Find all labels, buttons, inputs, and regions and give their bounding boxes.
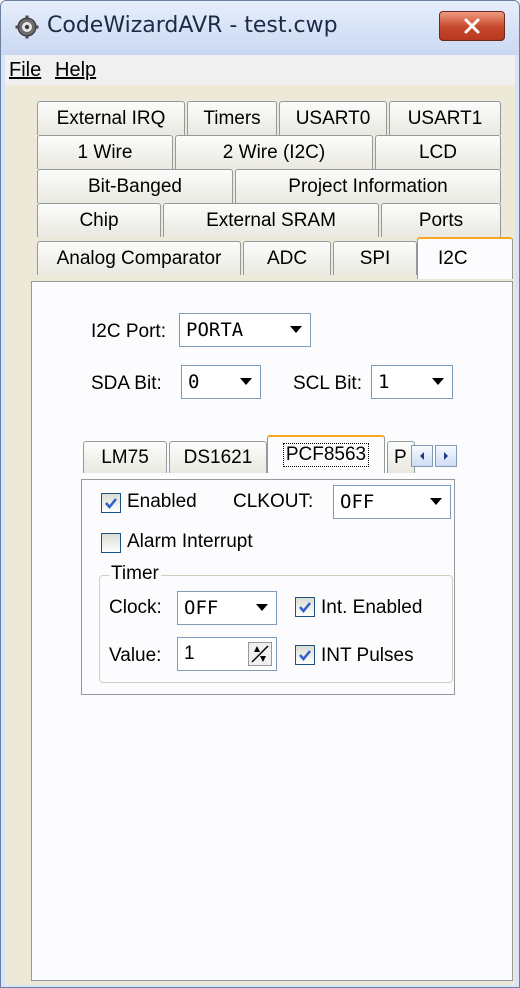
menu-help-label: Help xyxy=(55,59,97,81)
tab-1-wire[interactable]: 1 Wire xyxy=(37,135,173,169)
sda-bit-value: 0 xyxy=(188,371,200,393)
arrow-left-icon xyxy=(420,452,424,460)
window-title: CodeWizardAVR - test.cwp xyxy=(47,13,338,38)
tab-chip[interactable]: Chip xyxy=(37,203,161,237)
app-gear-icon xyxy=(15,15,39,39)
tab-label: External IRQ xyxy=(56,107,166,129)
tab-label: I2C xyxy=(438,248,468,269)
tab-2-wire-i2c[interactable]: 2 Wire (I2C) xyxy=(175,135,373,169)
tab-label: USART0 xyxy=(295,107,371,129)
tab-project-information[interactable]: Project Information xyxy=(235,169,501,203)
alarm-interrupt-checkbox[interactable] xyxy=(101,533,121,553)
subtab-pcf8563[interactable]: PCF8563 xyxy=(267,435,385,473)
value-label: Value: xyxy=(109,645,162,666)
clkout-value: OFF xyxy=(340,491,375,513)
tab-lcd[interactable]: LCD xyxy=(375,135,501,169)
clock-value: OFF xyxy=(184,597,219,619)
subtab-label: PCF8563 xyxy=(282,443,370,467)
subtab-label: P xyxy=(394,446,407,468)
int-pulses-checkbox[interactable] xyxy=(295,645,315,665)
tab-label: ADC xyxy=(266,247,308,269)
alarm-interrupt-label: Alarm Interrupt xyxy=(127,531,253,552)
tab-label: Ports xyxy=(418,209,464,231)
chevron-down-icon xyxy=(240,378,252,385)
tab-label: Bit-Banged xyxy=(87,175,182,197)
int-enabled-checkbox[interactable] xyxy=(295,597,315,617)
tab-external-irq[interactable]: External IRQ xyxy=(37,101,185,135)
tab-label: Timers xyxy=(203,107,261,129)
tab-label: USART1 xyxy=(407,107,483,129)
menu-bar: File Help xyxy=(5,55,515,85)
sda-bit-select[interactable]: 0 xyxy=(181,365,261,399)
tab-label: 1 Wire xyxy=(77,141,133,163)
clkout-label: CLKOUT: xyxy=(233,491,314,512)
close-button[interactable] xyxy=(439,11,505,41)
sda-bit-label: SDA Bit: xyxy=(91,373,162,394)
tab-external-sram[interactable]: External SRAM xyxy=(163,203,379,237)
tab-label: Chip xyxy=(79,209,119,231)
tab-analog-comparator[interactable]: Analog Comparator xyxy=(37,241,241,275)
tab-label: 2 Wire (I2C) xyxy=(222,141,326,163)
subtab-ds1621[interactable]: DS1621 xyxy=(169,441,267,473)
chevron-down-icon xyxy=(430,498,442,505)
tab-adc[interactable]: ADC xyxy=(243,241,331,275)
subtab-label: LM75 xyxy=(101,446,149,468)
i2c-port-value: PORTA xyxy=(186,319,244,341)
clkout-select[interactable]: OFF xyxy=(333,485,451,519)
tab-usart1[interactable]: USART1 xyxy=(389,101,501,135)
menu-file-label: File xyxy=(9,59,42,81)
chevron-down-icon xyxy=(290,326,302,333)
arrow-right-icon xyxy=(444,452,448,460)
close-icon xyxy=(464,18,480,34)
tab-bit-banged[interactable]: Bit-Banged xyxy=(37,169,233,203)
check-icon xyxy=(299,602,311,613)
tab-label: External SRAM xyxy=(206,209,336,231)
chevron-down-icon xyxy=(432,378,444,385)
enabled-label: Enabled xyxy=(127,491,197,512)
int-pulses-label: INT Pulses xyxy=(321,645,414,666)
value-value: 1 xyxy=(184,643,195,664)
main-window: CodeWizardAVR - test.cwp File Help Exter… xyxy=(0,0,520,988)
subtab-lm75[interactable]: LM75 xyxy=(83,441,167,473)
tab-label: Project Information xyxy=(288,175,448,197)
i2c-port-select[interactable]: PORTA xyxy=(179,313,311,347)
tab-label: LCD xyxy=(418,141,457,163)
tab-label: SPI xyxy=(359,247,391,269)
clock-label: Clock: xyxy=(109,597,162,618)
enabled-checkbox[interactable] xyxy=(101,493,121,513)
tab-label: Analog Comparator xyxy=(56,247,222,269)
scl-bit-label: SCL Bit: xyxy=(293,373,362,394)
tab-spi[interactable]: SPI xyxy=(333,241,417,275)
i2c-port-label: I2C Port: xyxy=(91,321,166,342)
timer-group-label: Timer xyxy=(109,563,161,585)
title-bar[interactable]: CodeWizardAVR - test.cwp xyxy=(1,1,519,55)
clock-select[interactable]: OFF xyxy=(177,591,277,625)
check-icon xyxy=(299,650,311,661)
tab-timers[interactable]: Timers xyxy=(187,101,277,135)
subtab-scroll-right[interactable] xyxy=(435,445,457,467)
scl-bit-value: 1 xyxy=(378,371,390,393)
value-spinner[interactable]: 1 xyxy=(177,637,277,671)
menu-help[interactable]: Help xyxy=(55,59,96,82)
int-enabled-label: Int. Enabled xyxy=(321,597,423,618)
scl-bit-select[interactable]: 1 xyxy=(371,365,453,399)
subtab-scroll-left[interactable] xyxy=(411,445,433,467)
check-icon xyxy=(105,498,117,509)
chevron-down-icon xyxy=(256,604,268,611)
tab-usart0[interactable]: USART0 xyxy=(279,101,387,135)
tab-i2c[interactable]: I2C xyxy=(417,237,513,279)
spin-arrows-icon[interactable] xyxy=(248,642,272,666)
subtab-label: DS1621 xyxy=(183,446,253,468)
menu-file[interactable]: File xyxy=(9,59,41,82)
tab-ports[interactable]: Ports xyxy=(381,203,501,237)
